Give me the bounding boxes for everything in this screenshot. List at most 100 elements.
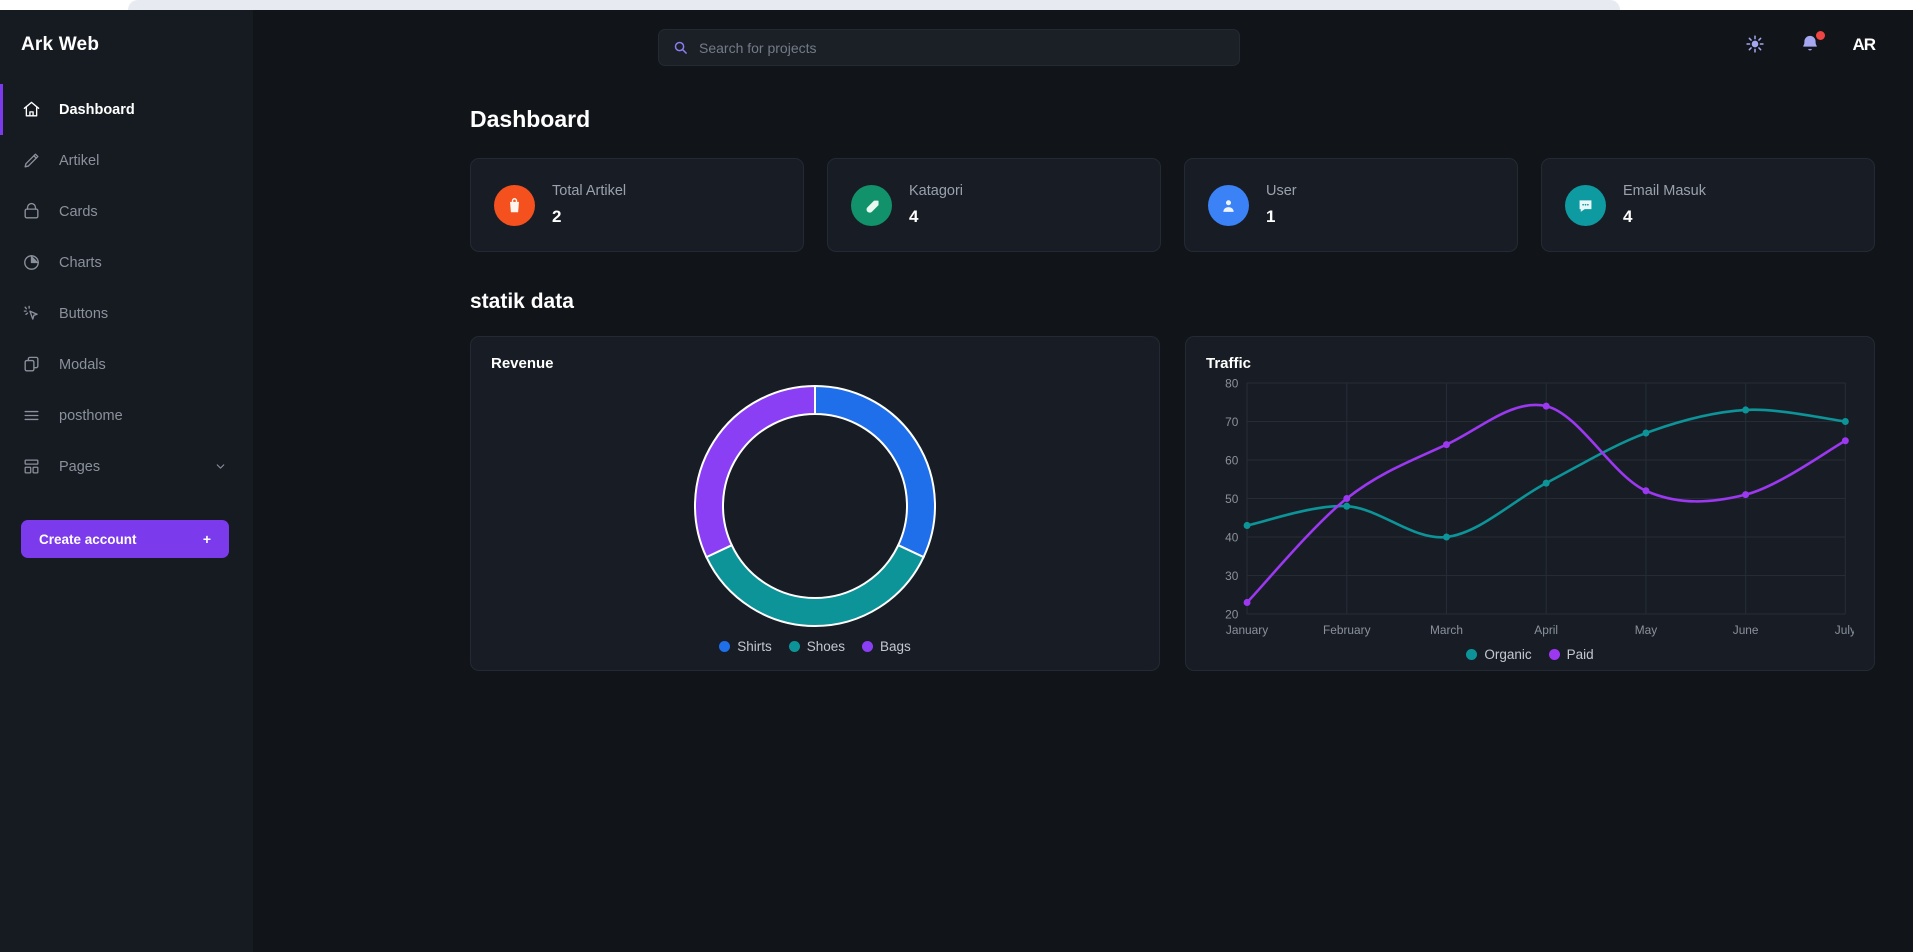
x-axis-tick-label: June [1733, 623, 1759, 637]
legend-label: Paid [1566, 647, 1594, 662]
sidebar-item-dashboard[interactable]: Dashboard [0, 84, 253, 135]
legend-label: Bags [880, 639, 911, 654]
pie-chart-icon [21, 253, 41, 273]
create-account-label: Create account [39, 531, 137, 547]
stat-value: 4 [909, 207, 919, 226]
data-point-organic-april[interactable] [1542, 479, 1550, 487]
sidebar-item-buttons[interactable]: Buttons [0, 288, 253, 339]
shopping-bag-icon [494, 184, 535, 226]
stat-cards: Total Artikel 2 Katagori 4 User 1 Email … [470, 158, 1875, 252]
data-point-paid-march[interactable] [1443, 441, 1450, 449]
sidebar-item-cards[interactable]: Cards [0, 186, 253, 237]
legend-swatch [1466, 649, 1478, 660]
topbar-actions: AR [1742, 10, 1876, 80]
plus-icon: + [202, 531, 211, 547]
sidebar-item-label: Pages [59, 458, 101, 475]
sidebar-item-label: Cards [59, 203, 98, 220]
revenue-donut-chart[interactable] [684, 375, 946, 637]
data-point-organic-march[interactable] [1443, 533, 1450, 541]
stat-card-email-masuk[interactable]: Email Masuk 4 [1541, 158, 1875, 252]
card-icon [21, 202, 41, 222]
revenue-legend-item[interactable]: Shirts [719, 639, 772, 654]
chart-title: Revenue [491, 355, 554, 372]
legend-swatch [788, 641, 800, 652]
x-axis-tick-label: May [1635, 623, 1657, 637]
sidebar: Ark Web Dashboard Artikel Cards Charts B… [0, 10, 253, 952]
data-point-organic-july[interactable] [1841, 417, 1849, 426]
sidebar-item-label: Dashboard [59, 101, 135, 118]
app-root: Ark Web Dashboard Artikel Cards Charts B… [0, 10, 1913, 952]
page-title: Dashboard [470, 106, 591, 132]
revenue-chart-legend: Shirts Shoes Bags [491, 639, 1139, 658]
stat-card-total-artikel[interactable]: Total Artikel 2 [470, 158, 804, 252]
stat-label: Email Masuk [1623, 183, 1706, 199]
y-axis-tick-label: 70 [1225, 415, 1239, 429]
traffic-legend-item[interactable]: Organic [1466, 647, 1532, 662]
data-point-organic-january[interactable] [1243, 521, 1251, 529]
browser-chrome [0, 0, 1913, 10]
legend-label: Shirts [737, 639, 772, 654]
traffic-chart-legend: Organic Paid [1206, 647, 1854, 666]
list-icon [21, 406, 41, 426]
sidebar-item-label: Modals [59, 356, 106, 373]
brand-logo[interactable]: Ark Web [0, 10, 253, 80]
data-point-paid-june[interactable] [1742, 491, 1750, 499]
search-box[interactable] [658, 29, 1240, 66]
sidebar-item-modals[interactable]: Modals [0, 339, 253, 390]
cursor-click-icon [21, 304, 41, 324]
topbar: AR [253, 10, 1913, 80]
traffic-line-chart[interactable]: 20 30 40 50 60 70 80 January February March April M… [1206, 372, 1856, 647]
theme-toggle-button[interactable] [1742, 32, 1768, 58]
tag-icon [851, 184, 892, 226]
y-axis-tick-label: 80 [1225, 376, 1239, 390]
stat-card-user[interactable]: User 1 [1184, 158, 1518, 252]
sidebar-item-charts[interactable]: Charts [0, 237, 253, 288]
data-point-organic-june[interactable] [1742, 406, 1750, 414]
legend-label: Shoes [806, 639, 845, 654]
stat-label: Katagori [909, 183, 964, 199]
x-axis-tick-label: January [1226, 623, 1268, 637]
chevron-down-icon[interactable] [214, 460, 227, 473]
sidebar-item-posthome[interactable]: posthome [0, 390, 253, 441]
data-point-paid-february[interactable] [1343, 494, 1351, 503]
sidebar-item-label: Artikel [59, 152, 100, 169]
charts-row: Revenue Shirts Shoes Bags Traffic 20 30 40 50… [470, 336, 1875, 671]
stat-label: Total Artikel [552, 183, 627, 199]
search-input[interactable] [699, 39, 1225, 56]
pencil-icon [21, 151, 41, 171]
avatar[interactable]: AR [1852, 35, 1876, 55]
section-title: statik data [470, 290, 574, 313]
copy-icon [21, 355, 41, 375]
notifications-button[interactable] [1797, 31, 1826, 58]
data-point-paid-july[interactable] [1841, 437, 1849, 445]
sidebar-item-pages[interactable]: Pages [0, 441, 253, 492]
traffic-legend-item[interactable]: Paid [1548, 647, 1594, 662]
donut-segment-shirts[interactable] [814, 384, 936, 558]
data-point-paid-april[interactable] [1542, 402, 1550, 410]
donut-segment-shoes[interactable] [705, 543, 925, 627]
create-account-wrap: Create account + [0, 492, 253, 558]
sidebar-item-label: Charts [59, 254, 102, 271]
stat-value: 4 [1623, 207, 1633, 226]
home-icon [21, 100, 41, 120]
main-content: Dashboard Total Artikel 2 Katagori 4 Use… [253, 80, 1913, 952]
stat-label: User [1266, 183, 1297, 199]
create-account-button[interactable]: Create account + [21, 520, 229, 558]
revenue-legend-item[interactable]: Shoes [788, 639, 845, 654]
search-icon [673, 40, 688, 55]
browser-tab[interactable] [128, 0, 1620, 10]
donut-segment-bags[interactable] [694, 384, 816, 558]
data-point-paid-january[interactable] [1243, 598, 1251, 606]
sidebar-item-artikel[interactable]: Artikel [0, 135, 253, 186]
x-axis-tick-label: July [1835, 623, 1854, 637]
revenue-legend-item[interactable]: Bags [862, 639, 911, 654]
x-axis-tick-label: March [1430, 623, 1463, 637]
stat-card-katagori[interactable]: Katagori 4 [827, 158, 1161, 252]
layout-icon [21, 457, 41, 477]
data-point-organic-february[interactable] [1343, 502, 1351, 510]
donut-chart-body [491, 372, 1139, 639]
data-point-organic-may[interactable] [1642, 429, 1650, 437]
notification-badge-dot [1816, 31, 1826, 40]
x-axis-tick-label: February [1323, 623, 1371, 637]
data-point-paid-may[interactable] [1642, 487, 1650, 495]
